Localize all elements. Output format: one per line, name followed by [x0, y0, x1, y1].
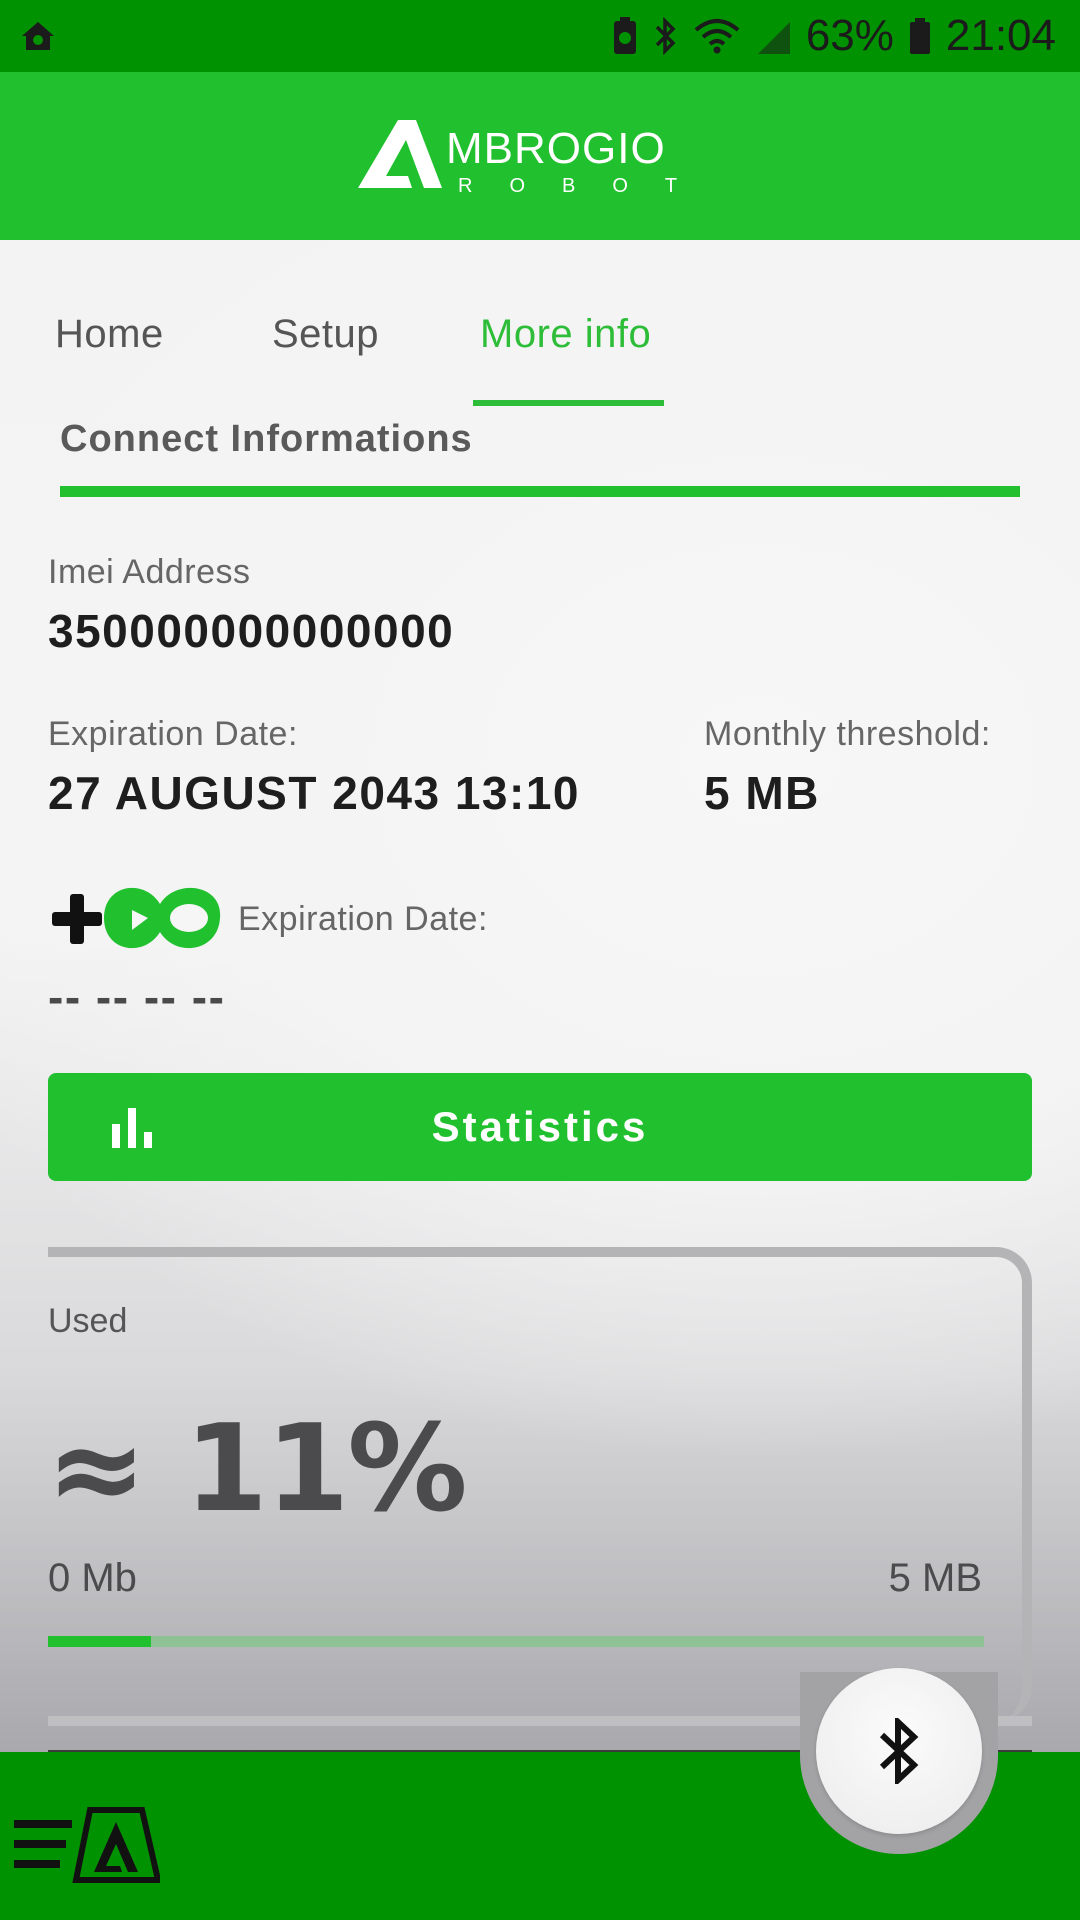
- signal-icon: [756, 16, 792, 56]
- usage-max-label: 5 MB: [888, 1556, 982, 1600]
- bluetooth-fab[interactable]: [816, 1668, 982, 1834]
- svg-text:MBROGIO: MBROGIO: [446, 124, 666, 173]
- clock: 21:04: [945, 11, 1056, 60]
- active-tab-indicator: [473, 400, 664, 406]
- plus-expiration-value: -- -- -- --: [48, 971, 226, 1023]
- status-bar: 63% 21:04: [0, 0, 1080, 72]
- usage-min-label: 0 Mb: [48, 1556, 137, 1600]
- section-divider: [60, 486, 1020, 497]
- menu-logo-icon[interactable]: [10, 1806, 160, 1886]
- bluetooth-icon: [879, 1718, 919, 1784]
- used-percent: ≈ 11%: [46, 1400, 468, 1539]
- threshold-label: Monthly threshold:: [704, 715, 991, 753]
- battery-saver-icon: [612, 16, 638, 56]
- used-label: Used: [48, 1302, 128, 1340]
- wifi-icon: [692, 16, 742, 56]
- home-shield-icon: [22, 22, 54, 50]
- expiration-label: Expiration Date:: [48, 715, 298, 753]
- app-header: MBROGIO ROBOT: [0, 72, 1080, 240]
- usage-progress-fill: [48, 1636, 151, 1647]
- tab-bar: Home Setup More info: [0, 300, 1080, 410]
- battery-icon: [908, 16, 932, 56]
- imei-label: Imei Address: [48, 553, 251, 591]
- expiration-value: 27 AUGUST 2043 13:10: [48, 767, 581, 819]
- ambrogio-logo: MBROGIO ROBOT: [358, 120, 714, 196]
- bluetooth-icon: [652, 16, 678, 56]
- svg-text:ROBOT: ROBOT: [458, 175, 714, 196]
- battery-percent: 63%: [805, 11, 894, 60]
- plus-infinity-icon: [52, 887, 221, 949]
- usage-progress-bar: [48, 1636, 984, 1647]
- section-title: Connect Informations: [60, 418, 473, 460]
- statistics-button[interactable]: Statistics: [48, 1073, 1032, 1181]
- tab-more-info[interactable]: More info: [480, 312, 651, 357]
- imei-value: 350000000000000: [48, 605, 455, 657]
- plus-expiration-label: Expiration Date:: [238, 900, 488, 938]
- tab-setup[interactable]: Setup: [272, 312, 379, 357]
- bar-chart-icon: [112, 1108, 152, 1148]
- threshold-value: 5 MB: [704, 767, 820, 819]
- tab-home[interactable]: Home: [55, 312, 164, 357]
- statistics-label: Statistics: [431, 1103, 649, 1150]
